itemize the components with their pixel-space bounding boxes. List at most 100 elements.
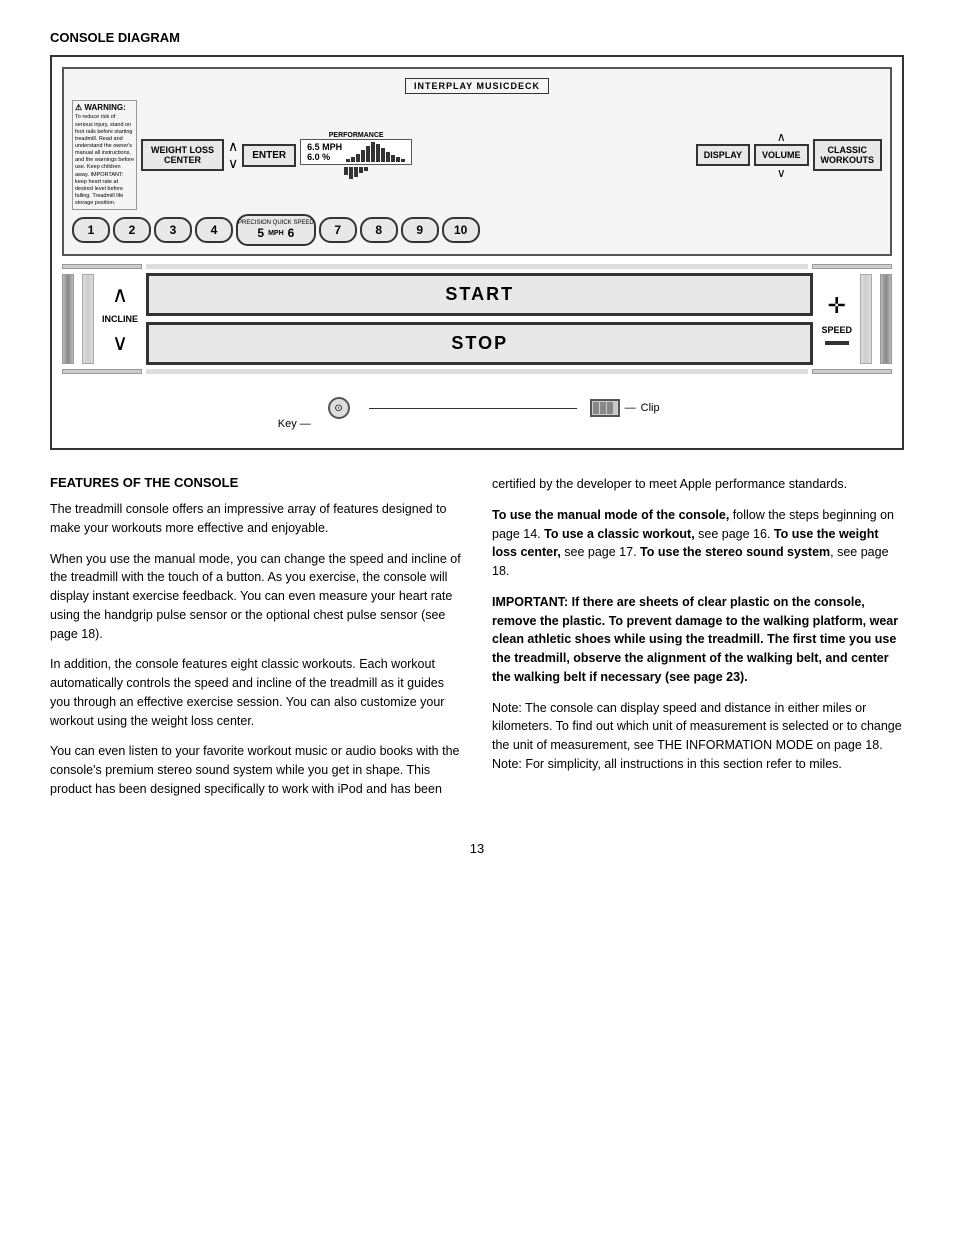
classic-workouts-label: CLASSICWORKOUTS — [821, 145, 875, 165]
speed-label: SPEED — [821, 325, 852, 335]
left-rail-1 — [62, 264, 142, 269]
bottom-bar-2 — [349, 167, 353, 179]
incline-control: ∧ INCLINE ∨ — [102, 282, 138, 356]
features-para-2: When you use the manual mode, you can ch… — [50, 550, 462, 644]
speed-display: 6.5 MPH — [307, 142, 342, 152]
bar-11 — [396, 157, 400, 162]
number-keys-row: 1 2 3 4 PRECISION QUICK SPEED 5 MPH 6 7 … — [72, 214, 882, 246]
features-para-1: The treadmill console offers an impressi… — [50, 500, 462, 538]
left-column: FEATURES OF THE CONSOLE The treadmill co… — [50, 475, 462, 811]
incline-up-arrow-icon: ∧ — [228, 138, 238, 155]
right-rail-2 — [812, 369, 892, 374]
clip-dash-icon: — — [625, 402, 636, 414]
console-panel-top: INTERPLAY MUSICDECK ⚠ WARNING: To reduce… — [62, 67, 892, 256]
bar-8 — [381, 148, 385, 162]
performance-section: PERFORMANCE 6.5 MPH 6.0 % — [300, 132, 412, 179]
key-5-inner: 5 MPH 6 — [257, 226, 294, 240]
speed-down-bar[interactable] — [825, 341, 849, 345]
volume-up-icon[interactable]: ∧ — [777, 130, 786, 144]
right-para-2-bold-1: To use the manual mode of the console, — [492, 508, 729, 522]
key-5-label: 5 — [257, 226, 264, 240]
key-9-button[interactable]: 9 — [401, 217, 439, 243]
start-label: START — [445, 284, 514, 304]
bottom-bar-4 — [359, 167, 363, 173]
bar-10 — [391, 155, 395, 162]
key-7-label: 7 — [334, 223, 341, 237]
enter-button[interactable]: ENTER — [242, 144, 296, 167]
classic-workouts-button[interactable]: CLASSICWORKOUTS — [813, 139, 883, 171]
clip-inner-1 — [593, 402, 599, 414]
bottom-bar-row — [344, 167, 368, 179]
right-rail-1 — [812, 264, 892, 269]
console-incline-arrows[interactable]: ∧ ∨ — [228, 138, 238, 172]
key-label-area: Key — — [278, 418, 311, 430]
left-side-rail — [62, 274, 74, 364]
volume-button[interactable]: VOLUME — [754, 144, 809, 166]
speed-up-button[interactable]: ✛ — [828, 293, 846, 319]
bottom-bar-5 — [364, 167, 368, 171]
left-rail-2 — [62, 369, 142, 374]
interplay-label: INTERPLAY MUSICDECK — [405, 78, 549, 94]
key-5-button[interactable]: PRECISION QUICK SPEED 5 MPH 6 — [236, 214, 316, 246]
diagram-container: INTERPLAY MUSICDECK ⚠ WARNING: To reduce… — [50, 55, 904, 450]
performance-display: 6.5 MPH 6.0 % — [300, 139, 412, 165]
clip-inner-3 — [607, 402, 613, 414]
enter-label: ENTER — [252, 150, 286, 161]
volume-label: VOLUME — [762, 150, 801, 160]
key-10-label: 10 — [454, 223, 467, 237]
bar-1 — [346, 159, 350, 162]
warning-box: ⚠ WARNING: To reduce risk of serious inj… — [72, 100, 137, 210]
weight-loss-label: WEIGHT LOSSCENTER — [151, 145, 214, 165]
bar-7 — [376, 144, 380, 162]
display-button[interactable]: DISPLAY — [696, 144, 750, 166]
warning-label: WARNING: — [84, 103, 125, 112]
right-side-rail-2 — [860, 274, 872, 364]
warning-icon: ⚠ WARNING: — [75, 103, 134, 113]
stop-button[interactable]: STOP — [146, 322, 813, 365]
clip-box — [590, 399, 620, 417]
right-para-2-text-2: see page 16. — [695, 527, 771, 541]
bar-12 — [401, 159, 405, 162]
incline-label: INCLINE — [102, 314, 138, 324]
key-6-label: 6 — [288, 226, 295, 240]
start-button[interactable]: START — [146, 273, 813, 316]
center-rail-2 — [146, 369, 808, 374]
key-4-label: 4 — [211, 223, 218, 237]
key-3-button[interactable]: 3 — [154, 217, 192, 243]
incline-down-arrow-icon: ∨ — [228, 155, 238, 172]
incline-down-button[interactable]: ∨ — [112, 330, 128, 356]
bar-4 — [361, 150, 365, 162]
bottom-bar-3 — [354, 167, 358, 177]
right-para-2-bold-2: To use a classic workout, — [544, 527, 695, 541]
interplay-bar: INTERPLAY MUSICDECK — [72, 77, 882, 94]
right-para-4-note: Note: The console can display speed and … — [492, 699, 904, 774]
key-7-button[interactable]: 7 — [319, 217, 357, 243]
incline-up-button[interactable]: ∧ — [112, 282, 128, 308]
clip-label: Clip — [641, 402, 660, 414]
key-circle: ⊙ — [328, 397, 350, 419]
features-title: FEATURES OF THE CONSOLE — [50, 475, 462, 490]
key-clip-section: ⊙ Key — — Clip — [62, 378, 892, 438]
bar-6 — [371, 142, 375, 162]
key-label: Key — [278, 418, 297, 430]
volume-down-icon[interactable]: ∨ — [777, 166, 786, 180]
grade-display: 6.0 % — [307, 152, 342, 162]
key-8-button[interactable]: 8 — [360, 217, 398, 243]
weight-loss-center-button[interactable]: WEIGHT LOSSCENTER — [141, 139, 224, 171]
right-column: certified by the developer to meet Apple… — [492, 475, 904, 811]
key-9-label: 9 — [416, 223, 423, 237]
key-2-label: 2 — [129, 223, 136, 237]
warning-text: To reduce risk of serious injury, stand … — [75, 114, 134, 207]
clip-section: — Clip — [590, 399, 660, 417]
diagram-title: CONSOLE DIAGRAM — [50, 30, 904, 45]
right-para-2-text-3: see page 17. — [561, 545, 637, 559]
bottom-bar-1 — [344, 167, 348, 175]
key-dash-icon: — — [300, 418, 311, 430]
key-1-button[interactable]: 1 — [72, 217, 110, 243]
bar-3 — [356, 154, 360, 162]
volume-control: ∧ VOLUME ∨ — [754, 130, 809, 180]
key-4-button[interactable]: 4 — [195, 217, 233, 243]
right-para-3-important: IMPORTANT: If there are sheets of clear … — [492, 593, 904, 687]
key-10-button[interactable]: 10 — [442, 217, 480, 243]
key-2-button[interactable]: 2 — [113, 217, 151, 243]
